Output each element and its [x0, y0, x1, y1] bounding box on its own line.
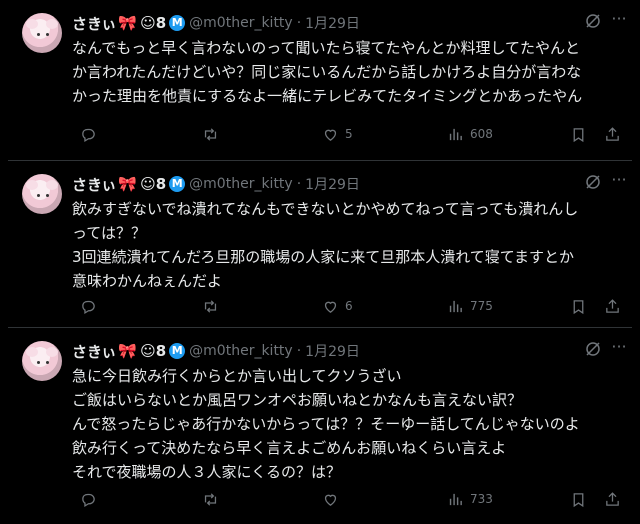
user-handle[interactable]: @m0ther_kitty [189, 15, 293, 31]
ribbon-icon: 🎀 [118, 175, 138, 193]
m-badge-icon: M [169, 15, 186, 31]
reply-button[interactable] [80, 489, 97, 509]
bookmark-icon [573, 127, 584, 142]
avatar[interactable] [22, 174, 62, 214]
like-button[interactable] [322, 489, 345, 509]
ribbon-icon: 🎀 [118, 342, 138, 360]
grok-icon[interactable] [584, 173, 602, 191]
views-icon [449, 300, 462, 312]
share-icon [606, 298, 619, 313]
avatar[interactable] [22, 13, 62, 53]
tweet-header: さきぃ 🎀 ☺8 M @m0ther_kitty · 1月29日 [72, 340, 360, 362]
reply-button[interactable] [80, 296, 97, 316]
name-suffix: ☺8 [140, 14, 167, 32]
tweet-text: 急に今日飲み行くからとか言い出してクソうざい ご飯はいらないとか風呂ワンオペお願… [72, 367, 580, 481]
m-badge-icon: M [169, 343, 186, 359]
like-icon [324, 494, 337, 506]
reply-icon [82, 300, 95, 314]
retweet-icon [204, 492, 217, 506]
views-button[interactable]: 775 [447, 296, 493, 316]
views-button[interactable]: 733 [447, 489, 493, 509]
tweet[interactable]: さきぃ 🎀 ☺8 M @m0ther_kitty · 1月29日 ··· なんで… [8, 0, 632, 160]
tweet-date[interactable]: 1月29日 [305, 174, 360, 194]
views-icon [449, 493, 462, 505]
share-button[interactable] [604, 489, 621, 509]
tweet[interactable]: さきぃ 🎀 ☺8 M @m0ther_kitty · 1月29日 ··· 飲みす… [8, 161, 632, 327]
share-button[interactable] [604, 296, 621, 316]
retweet-icon [204, 299, 217, 313]
retweet-button[interactable] [202, 489, 219, 509]
bookmark-button[interactable] [570, 296, 587, 316]
grok-icon[interactable] [584, 12, 602, 30]
like-count: 6 [345, 299, 353, 313]
tweet-header: さきぃ 🎀 ☺8 M @m0ther_kitty · 1月29日 [72, 12, 360, 34]
like-count: 5 [345, 127, 353, 141]
display-name[interactable]: さきぃ [72, 341, 116, 362]
tweet-text: なんでもっと早く言わないのって聞いたら寝てたやんとか料理してたやんと か言われた… [72, 39, 583, 105]
user-handle[interactable]: @m0ther_kitty [189, 343, 293, 359]
reply-icon [82, 493, 95, 507]
name-suffix: ☺8 [140, 175, 167, 193]
action-bar: 6 775 [72, 296, 624, 316]
name-suffix: ☺8 [140, 342, 167, 360]
view-count: 608 [470, 127, 493, 141]
action-bar: 733 [72, 489, 624, 509]
bookmark-button[interactable] [570, 124, 587, 144]
retweet-icon [204, 127, 217, 141]
tweet-text: 飲みすぎないでね潰れてなんもできないとかやめてねって言っても潰れんし っては？？… [72, 200, 579, 290]
views-button[interactable]: 608 [447, 124, 493, 144]
like-icon [324, 301, 337, 313]
like-icon [324, 129, 337, 141]
tweet[interactable]: さきぃ 🎀 ☺8 M @m0ther_kitty · 1月29日 ··· 急に今… [8, 328, 632, 524]
separator-dot: · [296, 176, 302, 192]
separator-dot: · [296, 15, 302, 31]
reply-button[interactable] [80, 124, 97, 144]
m-badge-icon: M [169, 176, 186, 192]
tweet-date[interactable]: 1月29日 [305, 13, 360, 33]
more-icon[interactable]: ··· [610, 338, 628, 356]
retweet-button[interactable] [202, 296, 219, 316]
like-button[interactable]: 5 [322, 124, 353, 144]
share-button[interactable] [604, 124, 621, 144]
action-bar: 5 608 [72, 124, 624, 144]
views-icon [449, 128, 462, 140]
tweet-date[interactable]: 1月29日 [305, 341, 360, 361]
bookmark-icon [573, 492, 584, 507]
display-name[interactable]: さきぃ [72, 174, 116, 195]
grok-icon[interactable] [584, 340, 602, 358]
share-icon [606, 126, 619, 141]
more-icon[interactable]: ··· [610, 10, 628, 28]
reply-icon [82, 128, 95, 142]
retweet-button[interactable] [202, 124, 219, 144]
view-count: 775 [470, 299, 493, 313]
more-icon[interactable]: ··· [610, 171, 628, 189]
view-count: 733 [470, 492, 493, 506]
ribbon-icon: 🎀 [118, 14, 138, 32]
display-name[interactable]: さきぃ [72, 13, 116, 34]
user-handle[interactable]: @m0ther_kitty [189, 176, 293, 192]
avatar[interactable] [22, 341, 62, 381]
bookmark-button[interactable] [570, 489, 587, 509]
separator-dot: · [296, 343, 302, 359]
tweet-header: さきぃ 🎀 ☺8 M @m0ther_kitty · 1月29日 [72, 173, 360, 195]
bookmark-icon [573, 299, 584, 314]
share-icon [606, 491, 619, 506]
like-button[interactable]: 6 [322, 296, 353, 316]
